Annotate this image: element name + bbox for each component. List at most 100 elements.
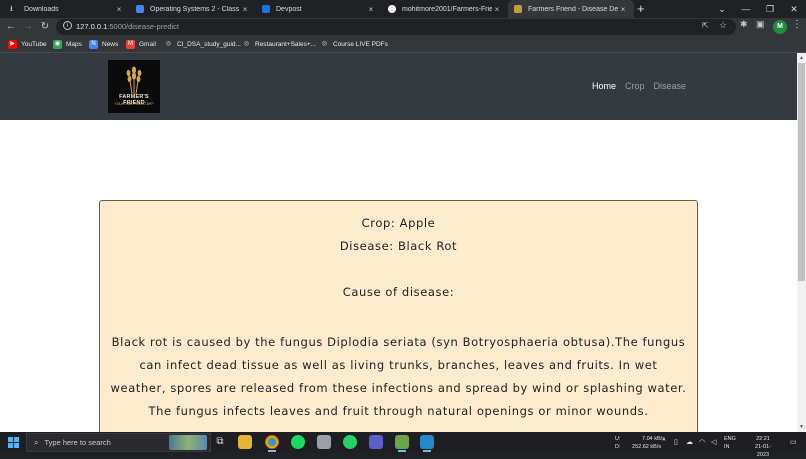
extensions-icon[interactable]: ✱: [740, 19, 748, 30]
search-icon: ⌕: [34, 437, 39, 447]
globe-icon: ◎: [243, 41, 250, 47]
bookmark-maps[interactable]: ◉ Maps: [53, 40, 82, 49]
bookmark-star-icon[interactable]: ☆: [719, 20, 727, 31]
address-bar[interactable]: i 127.0.0.1:5000/disease-predict ⇱ ☆: [56, 19, 736, 35]
bookmarks-bar: ▶ YouTube ◉ Maps N News M Gmail ◎ CI_DSA…: [0, 37, 806, 53]
volume-icon[interactable]: ◁: [711, 438, 716, 446]
menu-icon[interactable]: ⋮: [792, 19, 802, 30]
scaler-icon: [136, 5, 144, 13]
bookmark-label: Course LIVE PDFs: [333, 41, 388, 48]
tab-title: mohitmore2001/Farmers-Friend: [402, 5, 492, 13]
chevron-up-icon[interactable]: ⌃: [661, 438, 667, 446]
windows-taskbar: ⌕ Type here to search ⧉ U: 7.04 kB/s D: …: [0, 432, 806, 458]
close-icon[interactable]: ×: [618, 5, 628, 14]
globe-icon: ◎: [321, 41, 328, 47]
profile-avatar[interactable]: M: [773, 20, 787, 34]
page-scrollbar[interactable]: ▲ ▼: [797, 53, 806, 432]
scrollbar-thumb[interactable]: [798, 63, 805, 281]
bookmark-news[interactable]: N News: [89, 40, 118, 49]
chrome-icon[interactable]: [265, 435, 279, 452]
language: ENG: [724, 436, 736, 442]
globe-icon: ◎: [165, 41, 172, 47]
devpost-icon: [262, 5, 270, 13]
whatsapp-icon[interactable]: [343, 435, 357, 449]
page-viewport: FARMER'S FRIEND YOUR EASY AGRO APP Home …: [0, 53, 797, 432]
news-icon: N: [89, 40, 98, 49]
nav-link-crop[interactable]: Crop: [625, 81, 645, 91]
nav-link-home[interactable]: Home: [592, 81, 616, 91]
url-host: 127.0.0.1: [76, 22, 108, 31]
wheat-icon: [126, 66, 142, 94]
search-placeholder: Type here to search: [44, 438, 111, 447]
tab-downloads[interactable]: ⭳ Downloads ×: [4, 0, 130, 18]
taskbar-search[interactable]: ⌕ Type here to search: [26, 433, 211, 452]
cloud-icon[interactable]: ☁: [686, 438, 693, 446]
bookmark-label: Maps: [66, 41, 82, 48]
url-text[interactable]: 127.0.0.1:5000/disease-predict: [76, 22, 179, 31]
notifications-icon[interactable]: ▭: [790, 438, 797, 446]
windows-start-icon[interactable]: [8, 437, 19, 448]
reload-button[interactable]: ↻: [38, 20, 52, 34]
close-icon[interactable]: ×: [492, 5, 502, 14]
close-icon[interactable]: ×: [240, 5, 250, 14]
disease-result-card: Crop: Apple Disease: Black Rot Cause of …: [99, 200, 698, 432]
tab-github[interactable]: mohitmore2001/Farmers-Friend ×: [382, 0, 508, 18]
browser-tab-strip: ⭳ Downloads × Operating Systems 2 - Clas…: [0, 0, 806, 18]
tab-search-icon[interactable]: ⌄: [710, 0, 734, 18]
site-navbar: FARMER'S FRIEND YOUR EASY AGRO APP Home …: [0, 53, 797, 120]
cause-heading: Cause of disease:: [342, 285, 455, 299]
side-panel-icon[interactable]: ▣: [756, 19, 765, 30]
bookmark-gmail[interactable]: M Gmail: [126, 40, 156, 49]
photos-icon[interactable]: [317, 435, 331, 449]
farmers-friend-icon: [514, 5, 522, 13]
tab-title: Farmers Friend - Disease Detecti: [528, 5, 618, 13]
pycharm-icon[interactable]: [395, 435, 409, 452]
scroll-down-icon[interactable]: ▼: [799, 424, 804, 430]
browser-toolbar: ← → ↻ i 127.0.0.1:5000/disease-predict ⇱…: [0, 18, 806, 37]
close-icon[interactable]: ×: [114, 5, 124, 14]
gmail-icon: M: [126, 40, 135, 49]
battery-icon[interactable]: ▯: [674, 438, 678, 446]
network-down-label: D:: [615, 444, 621, 450]
minimize-button[interactable]: —: [734, 0, 758, 18]
close-window-button[interactable]: ✕: [782, 0, 806, 18]
tab-operating-systems[interactable]: Operating Systems 2 - Class | Sc ×: [130, 0, 256, 18]
wifi-icon[interactable]: ◠: [699, 438, 705, 446]
teams-icon[interactable]: [369, 435, 383, 449]
disease-line: Disease: Black Rot: [339, 239, 458, 253]
bookmark-label: YouTube: [21, 41, 47, 48]
download-icon: ⭳: [10, 4, 13, 13]
nav-link-disease[interactable]: Disease: [653, 81, 686, 91]
github-icon: [388, 5, 396, 13]
bookmark-course-pdfs[interactable]: ◎ Course LIVE PDFs: [320, 40, 388, 49]
maximize-button[interactable]: ❐: [758, 0, 782, 18]
bookmark-restaurant-sales[interactable]: ◎ Restaurant+Sales+...: [242, 40, 316, 49]
logo-tagline: YOUR EASY AGRO APP: [114, 102, 154, 106]
url-path: :5000/disease-predict: [107, 22, 179, 31]
site-info-icon[interactable]: i: [63, 21, 72, 30]
bookmark-youtube[interactable]: ▶ YouTube: [8, 40, 47, 49]
vscode-icon[interactable]: [420, 435, 434, 452]
share-icon[interactable]: ⇱: [702, 21, 709, 30]
new-tab-button[interactable]: +: [637, 1, 645, 16]
tab-farmers-friend[interactable]: Farmers Friend - Disease Detecti ×: [508, 0, 634, 18]
tab-title: Downloads: [24, 5, 59, 13]
close-icon[interactable]: ×: [366, 5, 376, 14]
task-view-icon[interactable]: ⧉: [213, 435, 227, 449]
back-button[interactable]: ←: [4, 20, 18, 34]
search-highlight-icon: [169, 435, 207, 450]
bookmark-label: Restaurant+Sales+...: [255, 41, 317, 48]
file-explorer-icon[interactable]: [238, 435, 252, 449]
spotify-icon[interactable]: [291, 435, 305, 449]
site-logo[interactable]: FARMER'S FRIEND YOUR EASY AGRO APP: [108, 60, 160, 113]
crop-line: Crop: Apple: [361, 216, 436, 230]
tab-title: Operating Systems 2 - Class | Sc: [150, 5, 240, 13]
bookmark-label: News: [102, 41, 119, 48]
bookmark-dsa-guide[interactable]: ◎ CI_DSA_study_guid...: [164, 40, 241, 49]
site-nav-links: Home Crop Disease: [592, 81, 686, 91]
bookmark-label: Gmail: [139, 41, 156, 48]
tab-title: Devpost: [276, 5, 302, 13]
tab-devpost[interactable]: Devpost ×: [256, 0, 382, 18]
forward-button[interactable]: →: [21, 20, 35, 34]
scroll-up-icon[interactable]: ▲: [799, 55, 804, 61]
